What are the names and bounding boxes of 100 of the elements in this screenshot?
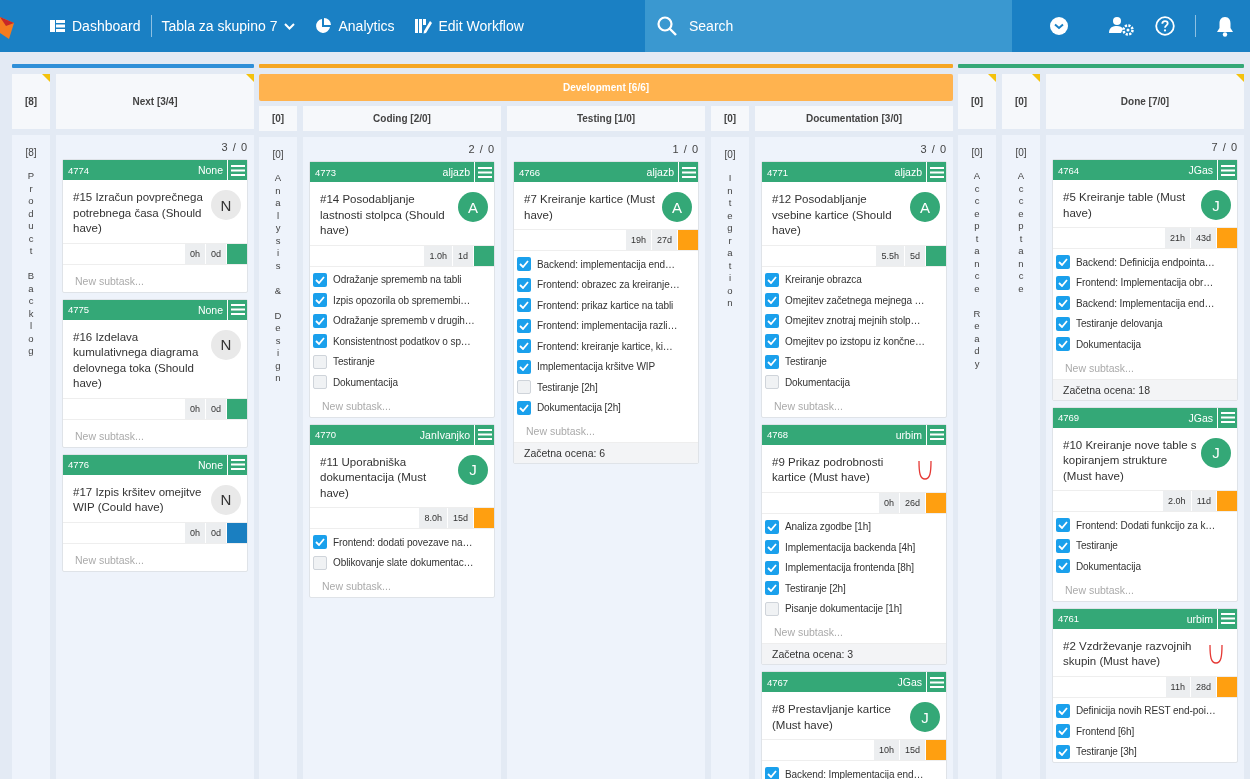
new-subtask-field[interactable]: New subtask... [73, 428, 227, 443]
estimate-label: Začetna ocena: 6 [514, 442, 698, 463]
checkbox[interactable] [765, 354, 779, 369]
checkbox[interactable] [1056, 275, 1070, 290]
nav-link[interactable]: Dashboard [40, 10, 151, 42]
subtask-label: Frontend: implementacija razli… [537, 320, 678, 332]
checkbox[interactable] [1056, 724, 1070, 739]
new-subtask-field[interactable]: New subtask... [1063, 360, 1217, 375]
checkbox[interactable] [313, 555, 327, 570]
new-subtask-field[interactable]: New subtask... [524, 424, 678, 438]
task-card[interactable]: 4767 JGas #8 Prestavljanje kartice (Must have) J 10h 15d Backend: Implementacija end… [761, 671, 947, 779]
menu-icon[interactable] [926, 162, 946, 182]
checkbox[interactable] [313, 313, 327, 328]
search-field[interactable]: Search [687, 17, 991, 35]
column-header[interactable]: Next [3/4] [56, 74, 254, 129]
checkbox[interactable] [765, 272, 779, 287]
column-header[interactable]: [0] [711, 106, 749, 131]
checkbox[interactable] [313, 354, 327, 369]
menu-icon[interactable] [227, 160, 247, 180]
menu-icon[interactable] [227, 299, 247, 320]
checkbox[interactable] [765, 293, 779, 308]
checkbox[interactable] [1056, 316, 1070, 331]
notifications-icon[interactable] [1216, 15, 1234, 37]
dropdown-icon[interactable] [1050, 17, 1068, 35]
task-card[interactable]: 4761 urbim #2 Vzdrževanje razvojnih skupin (Must have) 11h 28d Definicija novih REST end-poi… Frontend [6h] Testiranje [3h] [1052, 607, 1238, 763]
task-card[interactable] [513, 161, 699, 464]
checkbox[interactable] [1056, 538, 1070, 553]
task-card[interactable] [761, 423, 947, 665]
task-card[interactable]: 4774 None #15 Izračun povprečnega potrebnega časa (Should have) N 0h 0d New subtask... [62, 159, 248, 293]
menu-icon[interactable] [1217, 608, 1237, 629]
task-card[interactable] [761, 161, 947, 418]
checkbox[interactable] [1056, 296, 1070, 311]
new-subtask-field[interactable]: New subtask... [772, 398, 926, 413]
checkbox[interactable] [313, 293, 327, 308]
new-subtask-field[interactable]: New subtask... [73, 273, 227, 288]
checkbox[interactable] [1056, 703, 1070, 718]
checkbox[interactable] [517, 359, 531, 374]
menu-icon[interactable] [474, 424, 494, 445]
checkbox[interactable] [765, 375, 779, 390]
hours-label: 5.5h [876, 245, 904, 266]
checkbox[interactable] [1056, 744, 1070, 759]
task-card[interactable] [309, 161, 495, 418]
checkbox[interactable] [1056, 559, 1070, 574]
checkbox[interactable] [765, 540, 779, 555]
menu-icon[interactable] [1217, 160, 1237, 180]
checkbox[interactable] [313, 535, 327, 550]
checkbox[interactable] [765, 560, 779, 575]
user-settings-icon[interactable] [1109, 16, 1135, 36]
checkbox[interactable] [313, 375, 327, 390]
task-card[interactable]: 4769 JGas #10 Kreiranje nove table s kopiranjem strukture (Must have) J 2.0h 11d Frontend: Dodati funkcijo za k… Testiranje Dokumentacija New subtask... [1052, 406, 1238, 602]
menu-icon[interactable] [1217, 407, 1237, 428]
column-header[interactable]: Testing [1/0] [507, 106, 705, 131]
checkbox[interactable] [765, 767, 779, 779]
checkbox[interactable] [517, 400, 531, 415]
checkbox[interactable] [1056, 255, 1070, 270]
column-header[interactable]: Done [7/0] [1046, 74, 1244, 129]
checkbox[interactable] [313, 334, 327, 349]
new-subtask-field[interactable]: New subtask... [1063, 582, 1217, 597]
nav-link[interactable]: Analytics [305, 10, 405, 42]
menu-icon[interactable] [227, 454, 247, 475]
menu-icon[interactable] [926, 424, 946, 445]
column-header[interactable]: [0] [1002, 74, 1040, 129]
column-header[interactable]: [8] [12, 74, 50, 129]
task-card[interactable]: 4770 JanIvanjko #11 Uporabniška dokumentacija (Must have) J 8.0h 15d Frontend: dodati povezave na… Oblikovanje slate dokumentac… New subtask... [309, 423, 495, 598]
new-subtask-field[interactable]: New subtask... [320, 398, 474, 413]
task-card[interactable] [1052, 159, 1238, 401]
nav-link[interactable]: Edit Workflow [404, 10, 534, 42]
estimate-label: Začetna ocena: 18 [1053, 378, 1237, 400]
task-card[interactable]: 4776 None #17 Izpis kršitev omejitve WIP (Could have) N 0h 0d New subtask... [62, 453, 248, 572]
checkbox[interactable] [1056, 337, 1070, 352]
menu-icon[interactable] [678, 162, 698, 182]
new-subtask-field[interactable]: New subtask... [320, 579, 474, 593]
checkbox[interactable] [313, 272, 327, 287]
checkbox[interactable] [517, 380, 531, 395]
board-dropdown[interactable]: Tabla za skupino 7 [151, 10, 306, 42]
new-subtask-field[interactable]: New subtask... [73, 552, 227, 567]
checkbox[interactable] [517, 257, 531, 272]
menu-icon[interactable] [926, 672, 946, 692]
column-header[interactable]: [0] [958, 74, 996, 129]
menu-icon[interactable] [474, 162, 494, 182]
subtask-label: Analiza zgodbe [1h] [785, 521, 871, 533]
checkbox[interactable] [1056, 518, 1070, 533]
new-subtask-field[interactable]: New subtask... [772, 625, 926, 639]
checkbox[interactable] [765, 313, 779, 328]
checkbox[interactable] [517, 298, 531, 313]
column-header[interactable]: [0] [259, 106, 297, 131]
subtask-label: Testiranje [1076, 540, 1118, 552]
help-icon[interactable] [1155, 16, 1175, 36]
column-header[interactable]: Documentation [3/0] [755, 106, 953, 131]
search-bar[interactable]: Search [645, 0, 1012, 52]
checkbox[interactable] [517, 277, 531, 292]
column-header[interactable]: Coding [2/0] [303, 106, 501, 131]
card-title: #16 Izdelava kumulativnega diagrama delovnega toka (Should have) [73, 329, 200, 391]
checkbox[interactable] [765, 334, 779, 349]
checkbox[interactable] [517, 339, 531, 354]
checkbox[interactable] [765, 601, 779, 616]
checkbox[interactable] [765, 519, 779, 534]
checkbox[interactable] [765, 581, 779, 596]
checkbox[interactable] [517, 318, 531, 333]
task-card[interactable]: 4775 None #16 Izdelava kumulativnega diagrama delovnega toka (Should have) N 0h 0d New subtask... [62, 298, 248, 448]
